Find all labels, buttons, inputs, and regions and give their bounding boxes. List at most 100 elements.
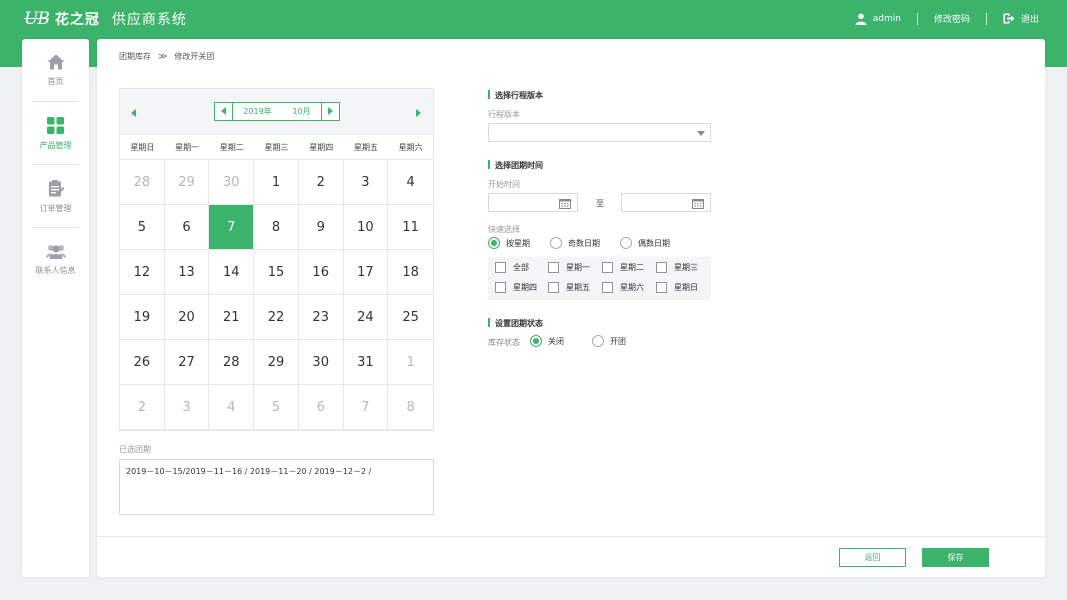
radio-circle [550, 237, 562, 249]
calendar-prev-button[interactable] [131, 108, 141, 118]
calendar-day[interactable]: 25 [388, 295, 433, 340]
checkbox-tuesday[interactable]: 星期二 [602, 262, 644, 273]
triangle-right-icon [416, 109, 421, 117]
month-next-button[interactable] [321, 103, 339, 120]
top-right-menu: admin 修改密码 退出 [855, 12, 1039, 25]
end-date-input[interactable] [621, 193, 711, 212]
radio-circle [488, 237, 500, 249]
back-button[interactable]: 返回 [839, 548, 906, 567]
calendar-day[interactable]: 3 [343, 160, 389, 205]
calendar-day[interactable]: 17 [343, 250, 389, 295]
calendar-day[interactable]: 2 [120, 385, 165, 430]
change-password-link[interactable]: 修改密码 [934, 12, 970, 25]
contacts-icon [45, 244, 66, 259]
calendar-day[interactable]: 20 [164, 295, 210, 340]
calendar-day[interactable]: 2 [298, 160, 344, 205]
breadcrumb: 团期库存 ≫ 修改开关团 [119, 51, 214, 62]
calendar-day[interactable]: 5 [254, 385, 299, 430]
calendar-day[interactable]: 6 [298, 385, 344, 430]
triangle-left-icon [221, 107, 226, 115]
selected-dates-textarea[interactable]: 2019－10－15/2019－11－16 / 2019－11－20 / 201… [119, 459, 434, 515]
checkbox-all[interactable]: 全部 [495, 262, 529, 273]
calendar-day[interactable]: 30 [298, 340, 344, 385]
month-label[interactable]: 10月 [292, 106, 310, 117]
checkbox-sunday[interactable]: 星期日 [656, 282, 698, 293]
calendar-day[interactable]: 19 [120, 295, 165, 340]
calendar-day[interactable]: 8 [388, 385, 433, 430]
year-label[interactable]: 2019年 [243, 106, 271, 117]
checkbox-friday[interactable]: 星期五 [548, 282, 590, 293]
route-version-select[interactable] [488, 123, 711, 142]
calendar-day[interactable]: 9 [298, 205, 344, 250]
calendar-day[interactable]: 27 [164, 340, 210, 385]
month-prev-button[interactable] [215, 103, 233, 120]
checkbox-wednesday[interactable]: 星期三 [656, 262, 698, 273]
calendar-day[interactable]: 14 [209, 250, 255, 295]
calendar-day[interactable]: 29 [254, 340, 299, 385]
calendar-day[interactable]: 28 [120, 160, 165, 205]
radio-open[interactable]: 开团 [592, 335, 626, 347]
sidebar-item-label: 订单管理 [39, 203, 72, 213]
calendar-day[interactable]: 6 [164, 205, 210, 250]
weekday-header: 星期日 星期一 星期二 星期三 星期四 星期五 星期六 [120, 135, 433, 160]
calendar-day[interactable]: 1 [388, 340, 433, 385]
logout-icon [1003, 13, 1015, 24]
checkbox-label: 星期二 [620, 263, 644, 272]
sidebar-item-label: 产品管理 [39, 140, 72, 150]
calendar-day[interactable]: 10 [343, 205, 389, 250]
calendar-day[interactable]: 16 [298, 250, 344, 295]
calendar-day[interactable]: 12 [120, 250, 165, 295]
calendar-day[interactable]: 4 [388, 160, 433, 205]
radio-odd-dates[interactable]: 奇数日期 [550, 237, 600, 249]
weekday-label: 星期五 [353, 143, 378, 152]
calendar-day[interactable]: 26 [120, 340, 165, 385]
radio-by-week[interactable]: 按星期 [488, 237, 530, 249]
calendar-day[interactable]: 5 [120, 205, 165, 250]
save-button[interactable]: 保存 [922, 548, 989, 567]
calendar-next-button[interactable] [414, 108, 424, 118]
checkbox-saturday[interactable]: 星期六 [602, 282, 644, 293]
calendar-day[interactable]: 24 [343, 295, 389, 340]
calendar-day[interactable]: 8 [254, 205, 299, 250]
calendar-day[interactable]: 21 [209, 295, 255, 340]
home-icon [47, 54, 64, 70]
radio-closed[interactable]: 关闭 [530, 335, 564, 347]
calendar-day-selected[interactable]: 7 [209, 205, 255, 250]
calendar-day[interactable]: 23 [298, 295, 344, 340]
divider [985, 12, 987, 25]
calendar-day[interactable]: 18 [388, 250, 433, 295]
sidebar-item-products[interactable]: 产品管理 [22, 102, 89, 165]
breadcrumb-parent[interactable]: 团期库存 [119, 51, 151, 62]
calendar-day[interactable]: 15 [254, 250, 299, 295]
sidebar-item-contacts[interactable]: 联系人信息 [22, 228, 89, 291]
calendar-day[interactable]: 3 [164, 385, 210, 430]
radio-even-dates[interactable]: 偶数日期 [620, 237, 670, 249]
calendar-day[interactable]: 22 [254, 295, 299, 340]
main-panel: 团期库存 ≫ 修改开关团 2019年 10月 星期日 星期一 星期二 星期三 星期四 星期… [97, 39, 1045, 577]
calendar-day[interactable]: 28 [209, 340, 255, 385]
calendar-day[interactable]: 31 [343, 340, 389, 385]
checkbox-thursday[interactable]: 星期四 [495, 282, 537, 293]
checkbox-box [548, 282, 559, 293]
calendar-day[interactable]: 4 [209, 385, 255, 430]
sidebar-item-orders[interactable]: 订单管理 [22, 165, 89, 228]
user-menu[interactable]: admin [855, 13, 901, 25]
radio-label: 偶数日期 [638, 238, 670, 248]
sidebar-item-home[interactable]: 首页 [22, 39, 89, 102]
checkbox-box [602, 282, 613, 293]
username: admin [872, 13, 901, 24]
calendar-day[interactable]: 11 [388, 205, 433, 250]
start-date-input[interactable] [488, 193, 578, 212]
sidebar-item-label: 联系人信息 [35, 265, 76, 275]
calendar-day[interactable]: 7 [343, 385, 389, 430]
calendar-day[interactable]: 30 [209, 160, 255, 205]
triangle-right-icon [328, 107, 333, 115]
checkbox-box [495, 282, 506, 293]
change-password-label: 修改密码 [933, 15, 970, 25]
logout-button[interactable]: 退出 [1003, 12, 1039, 25]
selected-dates-label: 已选团期 [119, 445, 151, 454]
calendar-day[interactable]: 29 [164, 160, 210, 205]
checkbox-monday[interactable]: 星期一 [548, 262, 590, 273]
calendar-day[interactable]: 1 [254, 160, 299, 205]
calendar-day[interactable]: 13 [164, 250, 210, 295]
